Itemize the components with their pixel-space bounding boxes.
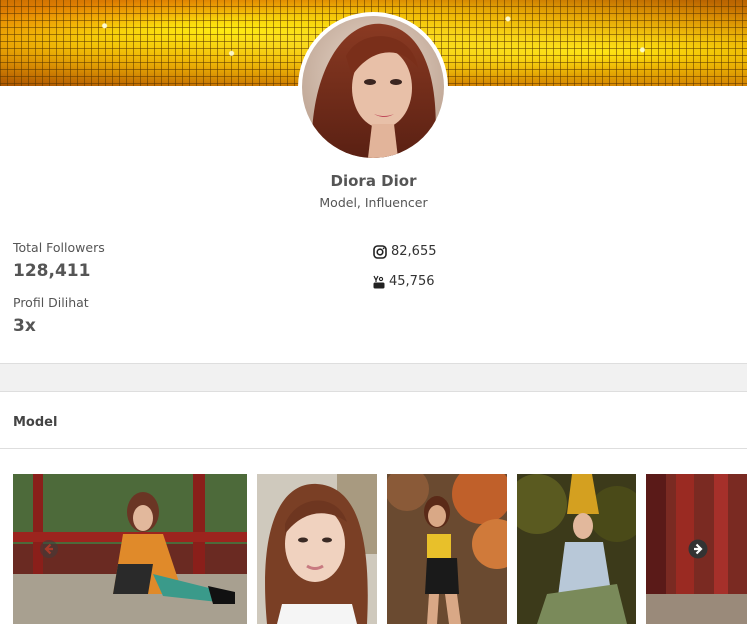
section-title: Model bbox=[13, 415, 58, 430]
total-followers-value: 128,411 bbox=[13, 261, 91, 281]
arrow-left-circle-icon bbox=[40, 540, 58, 558]
youtube-count: 45,756 bbox=[389, 274, 435, 289]
arrow-right-circle-icon bbox=[688, 539, 708, 559]
profile-name: Diora Dior bbox=[330, 172, 417, 190]
gallery-next-button[interactable] bbox=[688, 539, 708, 559]
profile-role: Model, Influencer bbox=[319, 195, 428, 210]
profile-views-value: 3x bbox=[13, 316, 36, 336]
section-divider bbox=[0, 448, 747, 449]
youtube-icon bbox=[373, 275, 385, 288]
avatar-photo bbox=[302, 16, 444, 158]
profile-views-label: Profil Dilihat bbox=[13, 295, 89, 310]
youtube-stat[interactable]: 45,756 bbox=[373, 274, 435, 289]
gallery-prev-button[interactable] bbox=[39, 539, 59, 559]
instagram-stat[interactable]: 82,655 bbox=[373, 244, 437, 259]
photo-gallery bbox=[0, 474, 747, 624]
gallery-photo[interactable] bbox=[387, 474, 507, 624]
total-followers-label: Total Followers bbox=[13, 240, 105, 255]
gallery-photo[interactable] bbox=[517, 474, 636, 624]
gallery-photo[interactable] bbox=[257, 474, 377, 624]
section-separator bbox=[0, 363, 747, 392]
instagram-count: 82,655 bbox=[391, 244, 437, 259]
instagram-icon bbox=[373, 244, 387, 259]
avatar[interactable] bbox=[298, 12, 448, 162]
